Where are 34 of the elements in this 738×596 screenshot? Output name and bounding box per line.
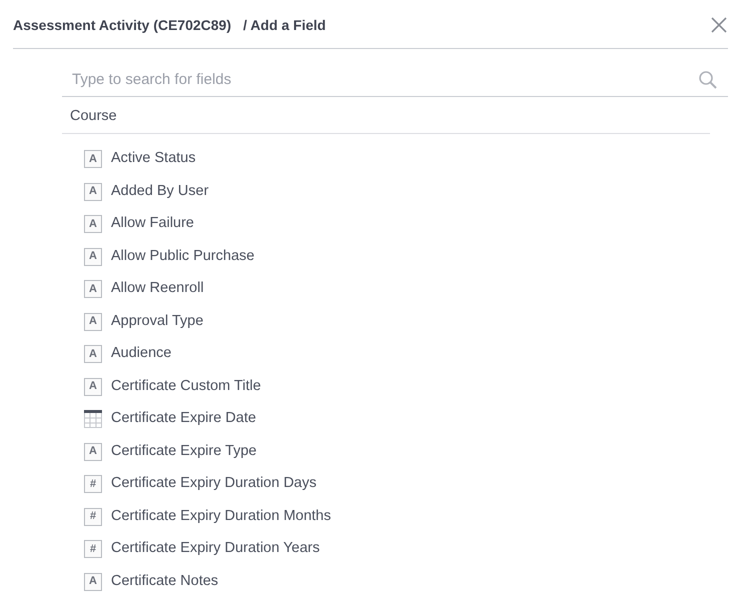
field-option[interactable]: Allow Failure: [111, 213, 194, 235]
number-type-icon: #: [84, 540, 102, 558]
field-option[interactable]: Certificate Expiry Duration Days: [111, 473, 316, 495]
field-option[interactable]: Certificate Expire Date: [111, 408, 256, 430]
text-type-icon: A: [84, 345, 102, 363]
text-type-icon: A: [84, 572, 102, 590]
text-type-icon: A: [84, 248, 102, 266]
text-type-icon: A: [84, 215, 102, 233]
search-field[interactable]: Type to search for fields: [62, 64, 728, 97]
number-type-icon: #: [84, 508, 102, 526]
text-type-icon: A: [84, 312, 102, 330]
dialog-subtitle: / Add a Field: [243, 16, 326, 34]
field-option[interactable]: Allow Public Purchase: [111, 246, 254, 268]
field-option[interactable]: Audience: [111, 343, 172, 365]
field-option[interactable]: Certificate Expiry Duration Years: [111, 538, 320, 560]
text-type-icon: A: [84, 150, 102, 168]
field-option[interactable]: Certificate Expiry Duration Months: [111, 506, 331, 528]
calendar-icon: [84, 410, 102, 428]
field-option[interactable]: Approval Type: [111, 310, 204, 332]
text-type-icon: A: [84, 442, 102, 460]
field-option[interactable]: Certificate Custom Title: [111, 376, 261, 398]
text-type-icon: A: [84, 378, 102, 396]
group-heading: Course: [62, 106, 710, 134]
dialog-title: Assessment Activity (CE702C89): [13, 16, 232, 35]
close-button[interactable]: [710, 16, 728, 34]
text-type-icon: A: [84, 280, 102, 298]
field-option[interactable]: Allow Reenroll: [111, 278, 204, 300]
search-icon: [698, 70, 718, 90]
text-type-icon: A: [84, 182, 102, 200]
field-option[interactable]: Active Status: [111, 148, 196, 170]
field-option[interactable]: Added By User: [111, 180, 209, 202]
number-type-icon: #: [84, 475, 102, 493]
field-option[interactable]: Certificate Notes: [111, 570, 218, 592]
field-option[interactable]: Certificate Expire Type: [111, 440, 257, 462]
